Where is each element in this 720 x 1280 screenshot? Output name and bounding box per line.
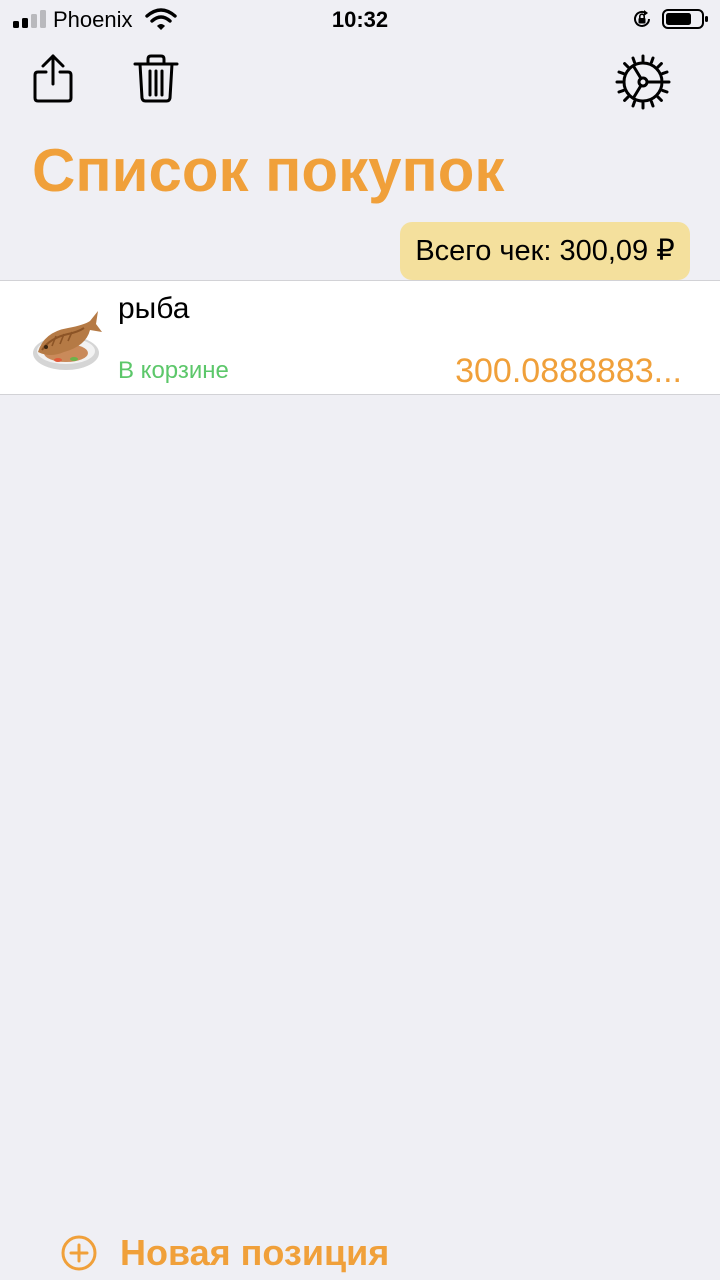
page-title: Список покупок	[32, 137, 505, 204]
item-name: рыба	[118, 292, 190, 325]
fish-icon	[33, 311, 102, 370]
item-status: В корзине	[118, 357, 229, 384]
item-price: 300.0888883...	[455, 352, 682, 390]
add-item-label: Новая позиция	[120, 1232, 390, 1273]
battery-icon	[662, 9, 708, 29]
orientation-lock-icon	[634, 10, 650, 27]
add-item-button[interactable]: Новая позиция	[60, 1226, 389, 1280]
plus-circle-icon	[61, 1235, 97, 1271]
shopping-list: рыба В корзине 300.0888883...	[0, 280, 720, 395]
total-badge: Всего чек: 300,09 ₽	[400, 222, 690, 280]
settings-gear-icon[interactable]	[615, 54, 671, 110]
clock: 10:32	[331, 7, 389, 32]
share-icon[interactable]	[28, 52, 78, 104]
status-bar: Phoenix 10:32	[0, 0, 720, 40]
trash-icon[interactable]	[131, 52, 181, 104]
